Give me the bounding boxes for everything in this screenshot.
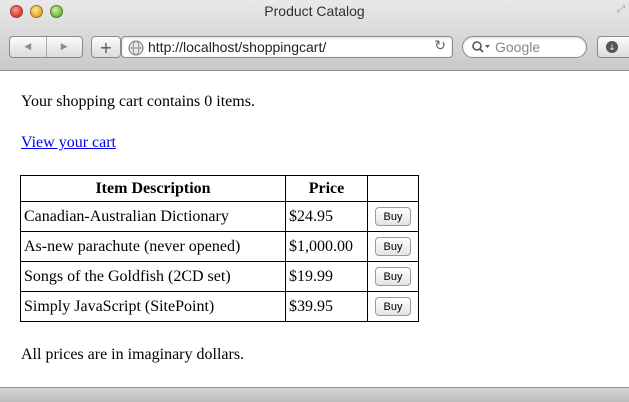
item-price: $19.99: [285, 261, 368, 292]
browser-chrome: Product Catalog ⤢ ◀ ▶ + http://localhost…: [0, 0, 629, 71]
url-text: http://localhost/shoppingcart/: [148, 39, 327, 55]
search-placeholder: Google: [495, 39, 541, 55]
forward-button[interactable]: ▶: [45, 37, 83, 57]
table-row: Songs of the Goldfish (2CD set) $19.99 B…: [20, 261, 419, 292]
column-header-empty: [367, 175, 419, 202]
cart-status-text: Your shopping cart contains 0 items.: [21, 93, 255, 110]
product-table: Item Description Price Canadian-Australi…: [20, 175, 419, 322]
item-description: Songs of the Goldfish (2CD set): [20, 261, 286, 292]
buy-button[interactable]: Buy: [375, 267, 411, 287]
item-price: $39.95: [285, 291, 368, 322]
reload-icon[interactable]: ↻: [434, 38, 446, 54]
column-header-price: Price: [285, 175, 368, 202]
back-button[interactable]: ◀: [10, 37, 46, 57]
address-bar[interactable]: http://localhost/shoppingcart/ ↻: [121, 36, 453, 58]
table-row: As-new parachute (never opened) $1,000.0…: [20, 231, 419, 262]
item-description: Canadian-Australian Dictionary: [20, 201, 286, 232]
buy-cell: Buy: [367, 231, 419, 262]
search-field[interactable]: Google: [462, 36, 587, 58]
item-description: Simply JavaScript (SitePoint): [20, 291, 286, 322]
buy-cell: Buy: [367, 201, 419, 232]
back-forward-group: ◀ ▶: [9, 36, 83, 58]
column-header-description: Item Description: [20, 175, 286, 202]
table-header-row: Item Description Price: [20, 175, 419, 202]
item-description: As-new parachute (never opened): [20, 231, 286, 262]
status-bar: [0, 387, 629, 402]
item-price: $24.95: [285, 201, 368, 232]
prices-footnote: All prices are in imaginary dollars.: [21, 346, 245, 363]
browser-window: Product Catalog ⤢ ◀ ▶ + http://localhost…: [0, 0, 629, 402]
globe-icon: [128, 40, 144, 56]
back-arrow-icon: ◀: [24, 42, 32, 52]
buy-button[interactable]: Buy: [375, 297, 411, 317]
table-row: Simply JavaScript (SitePoint) $39.95 Buy: [20, 291, 419, 322]
add-bookmark-button[interactable]: +: [91, 36, 121, 58]
table-row: Canadian-Australian Dictionary $24.95 Bu…: [20, 201, 419, 232]
fullscreen-icon[interactable]: ⤢: [617, 4, 625, 15]
view-cart-link[interactable]: View your cart: [21, 134, 116, 152]
forward-arrow-icon: ▶: [60, 42, 68, 52]
buy-cell: Buy: [367, 261, 419, 292]
buy-cell: Buy: [367, 291, 419, 322]
buy-button[interactable]: Buy: [375, 207, 411, 227]
downloads-button[interactable]: ↓: [597, 36, 629, 58]
page-content: Your shopping cart contains 0 items. Vie…: [0, 71, 629, 387]
plus-icon: +: [99, 37, 113, 57]
downloads-icon: ↓: [606, 41, 618, 53]
item-price: $1,000.00: [285, 231, 368, 262]
search-icon: [472, 41, 490, 53]
window-title: Product Catalog: [264, 3, 365, 19]
buy-button[interactable]: Buy: [375, 237, 411, 257]
